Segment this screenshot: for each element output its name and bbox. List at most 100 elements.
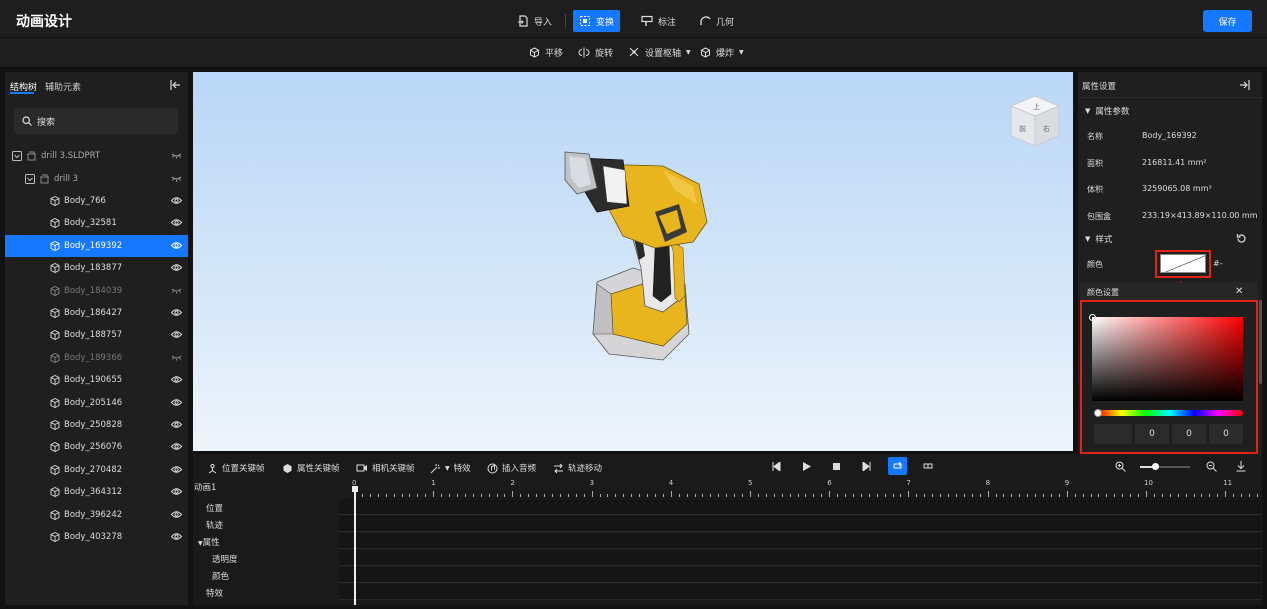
section-params-header[interactable]: ▼ 属性参数 <box>1085 105 1129 117</box>
annotation-button[interactable]: 标注 <box>635 10 682 32</box>
playhead-handle[interactable] <box>351 486 358 492</box>
loop-toggle[interactable] <box>888 457 907 475</box>
scrollbar[interactable] <box>1259 300 1262 384</box>
eye-icon[interactable] <box>171 398 182 407</box>
close-icon[interactable]: ✕ <box>1235 286 1243 297</box>
ruler-tick <box>829 491 831 497</box>
eye-icon[interactable] <box>171 196 182 205</box>
tree-body-item[interactable]: Body_184039 <box>5 280 188 302</box>
eye-icon[interactable] <box>171 218 182 227</box>
blue-input[interactable]: 0 <box>1209 424 1243 444</box>
3d-viewport[interactable]: 上 前 右 <box>193 72 1073 451</box>
insert-audio-button[interactable]: 插入音频 <box>487 462 536 474</box>
track-move-button[interactable]: 轨迹移动 <box>553 462 602 474</box>
timeline-track[interactable] <box>339 516 1261 532</box>
tree-body-item[interactable]: Body_403278 <box>5 526 188 548</box>
timeline-track[interactable] <box>339 499 1261 515</box>
explode-dropdown[interactable]: 爆炸 ▼ <box>700 46 744 59</box>
ruler-tick <box>892 494 894 497</box>
green-input[interactable]: 0 <box>1172 424 1206 444</box>
timeline-track[interactable] <box>339 584 1261 600</box>
search-input[interactable]: 搜索 <box>14 108 178 134</box>
effects-dropdown[interactable]: ▼ 特效 <box>430 462 471 474</box>
tree-body-item[interactable]: Body_256076 <box>5 436 188 458</box>
position-keyframe-button[interactable]: 位置关键帧 <box>207 462 265 474</box>
move-button[interactable]: 平移 <box>529 46 563 59</box>
tab-helper-elements[interactable]: 辅助元素 <box>45 80 81 93</box>
zoom-in-icon[interactable] <box>1115 461 1126 475</box>
tree-body-item[interactable]: Body_183877 <box>5 257 188 279</box>
eye-icon[interactable] <box>171 420 182 429</box>
play-icon[interactable] <box>803 462 811 474</box>
collapse-right-panel-icon[interactable] <box>1239 80 1250 93</box>
tree-body-item[interactable]: Body_186427 <box>5 302 188 324</box>
tree-body-item[interactable]: Body_396242 <box>5 504 188 526</box>
tree-body-item[interactable]: Body_766 <box>5 190 188 212</box>
section-style-header[interactable]: ▼ 样式 <box>1085 233 1112 245</box>
collapse-toggle-icon[interactable] <box>12 151 22 161</box>
eye-closed-icon[interactable] <box>171 286 182 295</box>
ruler-tick <box>916 494 918 497</box>
eye-icon[interactable] <box>171 375 182 384</box>
timeline-track[interactable] <box>339 533 1261 549</box>
tree-body-item[interactable]: Body_364312 <box>5 481 188 503</box>
hex-input[interactable] <box>1094 424 1132 444</box>
saturation-handle[interactable] <box>1089 314 1096 321</box>
transform-button[interactable]: 变换 <box>573 10 621 32</box>
hue-slider[interactable] <box>1097 410 1243 416</box>
body-cube-icon <box>50 442 60 453</box>
step-back-icon[interactable] <box>772 461 781 474</box>
color-swatch[interactable] <box>1160 254 1206 273</box>
eye-icon[interactable] <box>171 465 182 474</box>
pivot-dropdown[interactable]: 设置枢轴 ▼ <box>628 46 691 59</box>
timeline-track[interactable] <box>339 567 1261 583</box>
eye-icon[interactable] <box>171 442 182 451</box>
stop-icon[interactable] <box>833 463 840 470</box>
hue-handle[interactable] <box>1094 409 1102 417</box>
playhead[interactable] <box>354 487 356 605</box>
tree-body-item[interactable]: Body_32581 <box>5 212 188 234</box>
collapse-panel-icon[interactable] <box>170 80 181 93</box>
eye-icon[interactable] <box>171 330 182 339</box>
eye-closed-icon[interactable] <box>171 174 182 183</box>
tree-body-item[interactable]: Body_189366 <box>5 347 188 369</box>
step-forward-icon[interactable] <box>862 461 871 474</box>
timeline-track-label: 特效 <box>206 589 224 599</box>
annotation-icon <box>641 15 653 26</box>
eye-icon[interactable] <box>171 510 182 519</box>
eye-icon[interactable] <box>171 241 182 250</box>
navigation-cube[interactable]: 上 前 右 <box>1009 94 1061 150</box>
property-keyframe-button[interactable]: 属性关键帧 <box>282 462 340 474</box>
eye-closed-icon[interactable] <box>171 353 182 362</box>
import-button[interactable]: 导入 <box>511 10 558 32</box>
zoom-slider-handle[interactable] <box>1152 463 1159 470</box>
eye-icon[interactable] <box>171 263 182 272</box>
tree-body-item[interactable]: Body_190655 <box>5 369 188 391</box>
download-icon[interactable] <box>1236 461 1246 475</box>
tree-sub-item[interactable]: drill 3 <box>5 168 188 190</box>
eye-closed-icon[interactable] <box>171 151 182 160</box>
zoom-out-icon[interactable] <box>1206 461 1217 475</box>
tree-body-item[interactable]: Body_270482 <box>5 459 188 481</box>
timeline-track[interactable] <box>339 550 1261 566</box>
geometry-button[interactable]: 几何 <box>693 10 740 32</box>
rotate-button[interactable]: 旋转 <box>578 46 613 59</box>
saturation-area[interactable] <box>1092 317 1243 401</box>
save-button[interactable]: 保存 <box>1203 10 1252 32</box>
tree-body-item[interactable]: Body_188757 <box>5 324 188 346</box>
ruler-tick <box>1217 494 1219 497</box>
collapse-toggle-icon[interactable] <box>25 174 35 184</box>
drill-model[interactable] <box>193 72 1073 451</box>
tree-root-item[interactable]: drill 3.SLDPRT <box>5 145 188 167</box>
ruler-tick <box>480 494 482 497</box>
tree-body-item[interactable]: Body_250828 <box>5 414 188 436</box>
tree-body-item[interactable]: Body_169392 <box>5 234 188 257</box>
tree-body-item[interactable]: Body_205146 <box>5 392 188 414</box>
red-input[interactable]: 0 <box>1135 424 1169 444</box>
eye-icon[interactable] <box>171 487 182 496</box>
eye-icon[interactable] <box>171 532 182 541</box>
single-play-icon[interactable] <box>922 461 934 474</box>
camera-keyframe-button[interactable]: 相机关键帧 <box>356 462 415 474</box>
eye-icon[interactable] <box>171 308 182 317</box>
reset-icon[interactable] <box>1236 233 1247 247</box>
